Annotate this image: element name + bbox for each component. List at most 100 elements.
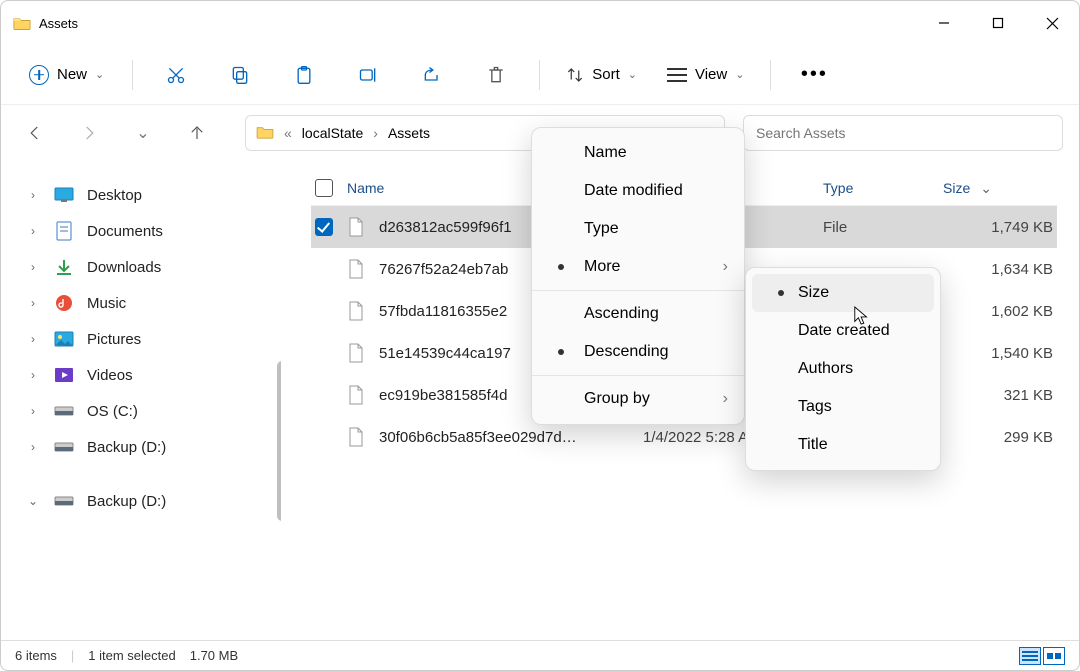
sort-icon [566,66,584,84]
details-view-button[interactable] [1019,647,1041,665]
file-name: 76267f52a24eb7ab [379,261,508,278]
recent-button[interactable]: ⌄ [125,115,161,151]
sort-more-submenu: SizeDate createdAuthorsTags Title [745,267,941,471]
more-menu-date-created[interactable]: Date created [746,312,940,350]
file-icon [347,258,365,280]
drive-icon [53,437,75,457]
sort-menu-ascending[interactable]: Ascending [532,295,744,333]
rename-button[interactable] [343,55,393,95]
plus-circle-icon [29,65,49,85]
sort-menu-group-by[interactable]: Group by› [532,380,744,418]
more-menu-tags[interactable]: Tags [746,388,940,426]
folder-icon [13,16,31,30]
file-icon [347,216,365,238]
sidebar-item-label: OS (C:) [87,403,138,420]
up-button[interactable] [179,115,215,151]
drive-icon [53,491,75,511]
bullet-icon [558,264,564,270]
file-name: 51e14539c44ca197 [379,345,511,362]
delete-button[interactable] [471,55,521,95]
copy-button[interactable] [215,55,265,95]
sidebar-item-label: Music [87,295,126,312]
sidebar-item-label: Backup (D:) [87,439,166,456]
view-icon [667,67,687,83]
new-button[interactable]: New ⌄ [19,59,114,91]
maximize-button[interactable] [971,1,1025,45]
paste-button[interactable] [279,55,329,95]
more-menu-size[interactable]: Size [752,274,934,312]
menu-item-label: Descending [584,343,669,360]
sort-button[interactable]: Sort ⌄ [558,66,645,84]
minimize-button[interactable] [917,1,971,45]
more-menu-title[interactable]: Title [746,426,940,464]
sort-menu-descending[interactable]: Descending [532,333,744,371]
sort-menu-name[interactable]: Name [532,134,744,172]
file-name: ec919be381585f4d [379,387,507,404]
menu-item-label: Group by [584,390,650,407]
menu-item-label: Type [584,220,619,237]
titlebar: Assets [1,1,1079,45]
window-title: Assets [39,16,917,31]
search-input[interactable] [743,115,1063,151]
chevron-down-icon: ⌄ [735,68,744,81]
sort-menu-type[interactable]: Type [532,210,744,248]
sidebar-item-documents[interactable]: › Documents [11,213,271,249]
breadcrumb-sep: « [284,125,292,141]
select-all-checkbox[interactable] [315,179,333,197]
column-name[interactable]: Name [347,180,384,196]
sidebar-item-videos[interactable]: ›Videos [11,357,271,393]
sidebar-item-music[interactable]: ›Music [11,285,271,321]
view-button[interactable]: View ⌄ [659,66,752,83]
sidebar-item-desktop[interactable]: ›Desktop [11,177,271,213]
sidebar-item-backup-d-[interactable]: › Backup (D:) [11,429,271,465]
breadcrumb-current[interactable]: Assets [388,125,430,141]
forward-button[interactable] [71,115,107,151]
sort-menu-date-modified[interactable]: Date modified [532,172,744,210]
file-size: 1,540 KB [943,345,1053,362]
file-size: 321 KB [943,387,1053,404]
row-checkbox[interactable] [315,218,333,236]
more-options-button[interactable]: ••• [789,55,839,95]
cut-button[interactable] [151,55,201,95]
chevron-down-icon: ⌄ [95,68,104,81]
breadcrumb-parent[interactable]: localState [302,125,363,141]
chevron-down-icon: ⌄ [628,68,637,81]
sidebar: ›Desktop›Documents›Downloads›Music›Pictu… [1,161,281,640]
sidebar-item-label: Backup (D:) [87,493,166,510]
file-icon [347,384,365,406]
sidebar-item-downloads[interactable]: ›Downloads [11,249,271,285]
sidebar-item-label: Documents [87,223,163,240]
status-bar: 6 items | 1 item selected 1.70 MB [1,640,1079,670]
file-name: 30f06b6cb5a85f3ee029d7d… [379,429,577,446]
menu-item-label: Title [798,436,828,453]
chevron-right-icon: › [25,368,41,382]
status-size: 1.70 MB [190,648,238,663]
menu-item-label: Name [584,144,627,161]
videos-icon [53,365,75,385]
file-size: 1,634 KB [943,261,1053,278]
sidebar-item-label: Pictures [87,331,141,348]
column-size[interactable]: Size [943,180,970,196]
more-menu-authors[interactable]: Authors [746,350,940,388]
new-label: New [57,66,87,83]
chevron-right-icon: › [25,440,41,454]
status-selection: 1 item selected [88,648,175,663]
column-type[interactable]: Type [823,180,853,196]
status-count: 6 items [15,648,57,663]
sidebar-item-pictures[interactable]: ›Pictures [11,321,271,357]
thumbnails-view-button[interactable] [1043,647,1065,665]
share-button[interactable] [407,55,457,95]
sidebar-item-os-c-[interactable]: ›OS (C:) [11,393,271,429]
file-size: 299 KB [943,429,1053,446]
close-button[interactable] [1025,1,1079,45]
menu-item-label: Ascending [584,305,659,322]
bullet-icon [778,290,784,296]
chevron-right-icon: › [25,224,41,238]
menu-item-label: More [584,258,620,275]
back-button[interactable] [17,115,53,151]
sort-context-menu: Name Date modified Type More› Ascending Desce… [531,127,745,425]
toolbar: New ⌄ Sort ⌄ View ⌄ ••• [1,45,1079,105]
sidebar-item-backup-expanded[interactable]: ⌄ Backup (D:) [11,483,271,519]
sort-menu-more[interactable]: More› [532,248,744,286]
chevron-right-icon: › [373,125,378,141]
